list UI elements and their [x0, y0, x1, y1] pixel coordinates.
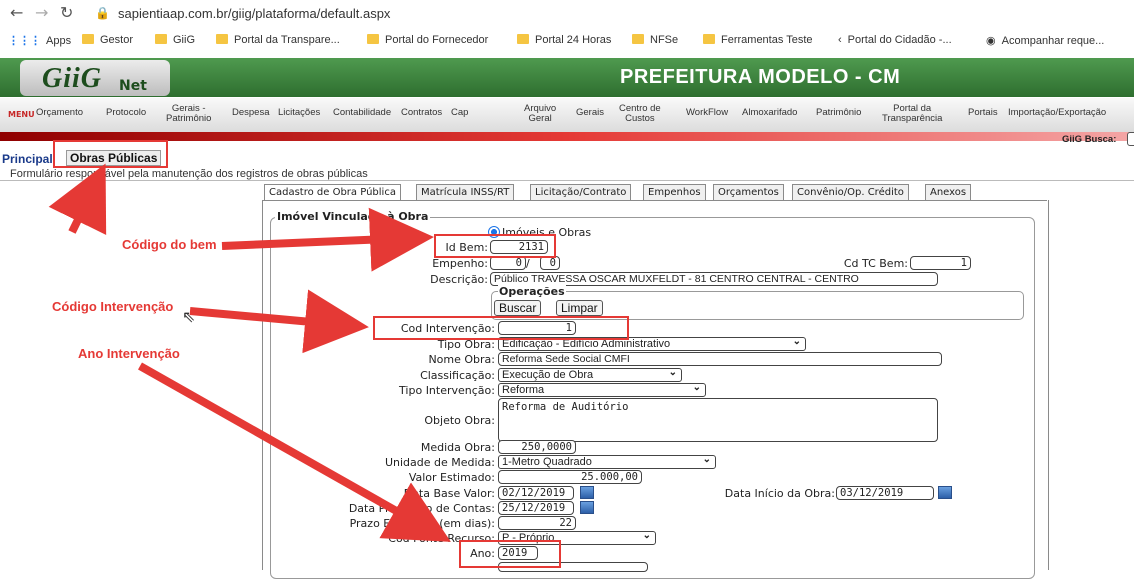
- arrow-to-cod-intervencao: [189, 289, 369, 354]
- arrow-to-ano: [138, 362, 451, 542]
- arrow-to-obras-publicas: [48, 163, 107, 235]
- mouse-cursor-icon: ⇖: [182, 307, 196, 326]
- annotation-arrows: [48, 163, 451, 542]
- arrow-to-id-bem: [221, 207, 434, 272]
